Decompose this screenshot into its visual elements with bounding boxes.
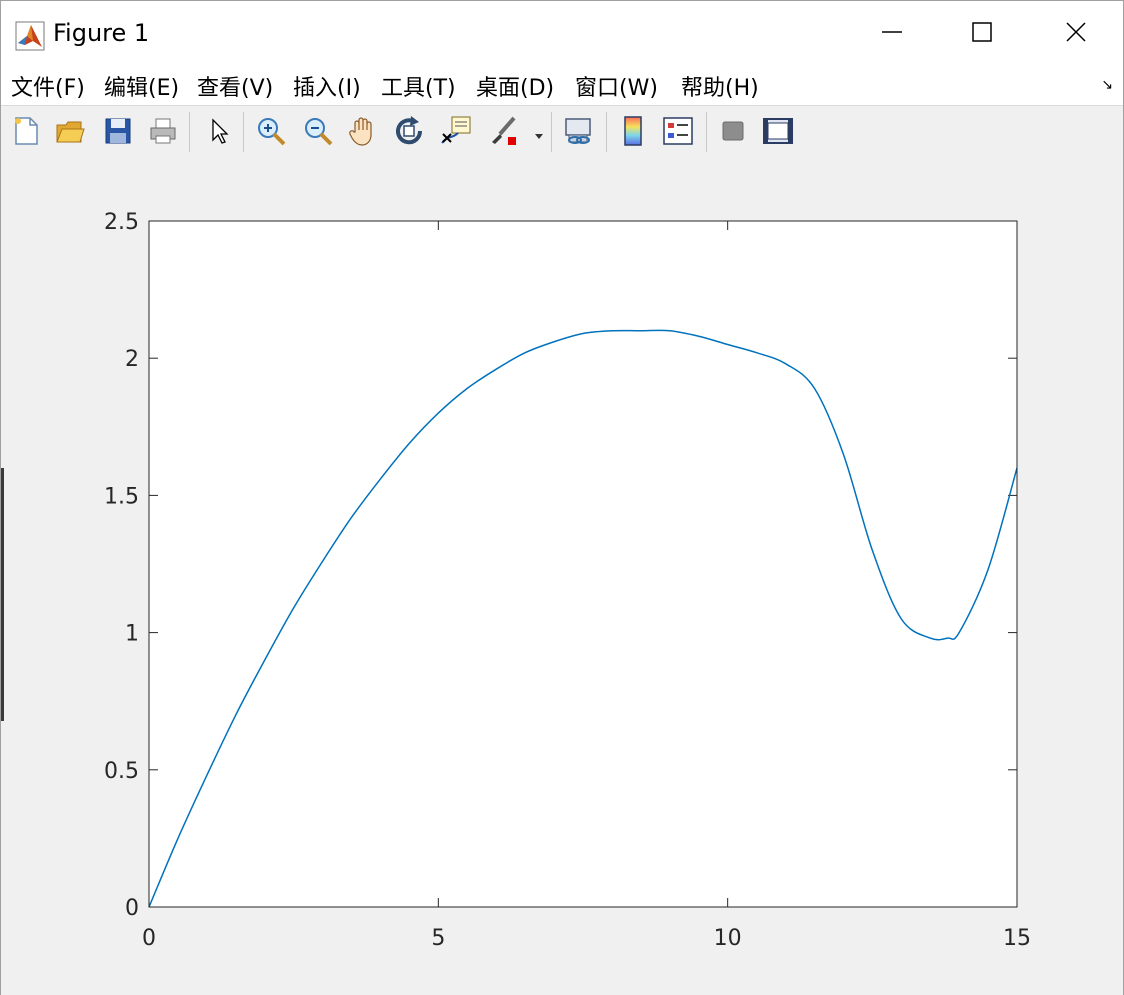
window-title: Figure 1 [53, 19, 150, 47]
maximize-button[interactable] [937, 9, 1027, 59]
x-tick-label: 10 [714, 926, 742, 951]
figure-toolbar [1, 105, 1123, 158]
print-icon[interactable] [146, 114, 180, 148]
menu-bar: 文件(F) 编辑(E) 查看(V) 插入(I) 工具(T) 桌面(D) 窗口(W… [1, 65, 1123, 105]
x-tick-label: 5 [431, 926, 445, 951]
y-tick-label: 1.5 [104, 484, 139, 509]
menu-tools[interactable]: 工具(T) [381, 70, 456, 102]
maximize-icon [971, 21, 993, 47]
y-tick-label: 0 [125, 896, 139, 921]
close-button[interactable] [1031, 9, 1121, 59]
legend-icon[interactable] [661, 114, 695, 148]
matlab-logo-icon [15, 21, 45, 51]
menu-edit[interactable]: 编辑(E) [104, 70, 179, 102]
menu-desktop[interactable]: 桌面(D) [476, 70, 554, 102]
edit-plot-arrow-icon[interactable] [202, 114, 236, 148]
dock-arrow-icon[interactable]: ↘ [1101, 77, 1113, 93]
menu-view[interactable]: 查看(V) [197, 70, 273, 102]
menu-window[interactable]: 窗口(W) [575, 70, 658, 102]
colorbar-icon[interactable] [616, 114, 650, 148]
x-tick-label: 0 [142, 926, 156, 951]
save-icon[interactable] [101, 114, 135, 148]
zoom-in-icon[interactable] [254, 114, 288, 148]
menu-help[interactable]: 帮助(H) [681, 70, 759, 102]
close-icon [1065, 21, 1087, 47]
title-bar: Figure 1 [1, 1, 1123, 65]
figure-canvas: 0 5 10 15 0 0.5 1 1.5 2 2.5 [1, 157, 1123, 995]
y-tick-label: 0.5 [104, 759, 139, 784]
axes-background [149, 221, 1017, 907]
new-figure-icon[interactable] [9, 114, 43, 148]
hide-plot-tools-icon[interactable] [716, 114, 750, 148]
zoom-out-icon[interactable] [301, 114, 335, 148]
y-tick-label: 1 [125, 622, 139, 647]
menu-insert[interactable]: 插入(I) [293, 70, 361, 102]
minimize-icon [881, 21, 903, 47]
figure-window: Figure 1 文件(F) 编辑(E) 查看(V) 插入(I) 工具(T) 桌… [0, 0, 1124, 995]
menu-file[interactable]: 文件(F) [11, 70, 85, 102]
line-chart[interactable]: 0 5 10 15 0 0.5 1 1.5 2 2.5 [1, 157, 1123, 995]
y-tick-label: 2 [125, 347, 139, 372]
open-file-icon[interactable] [53, 114, 87, 148]
x-tick-label: 15 [1003, 926, 1031, 951]
data-cursor-icon[interactable] [439, 114, 473, 148]
minimize-button[interactable] [847, 9, 937, 59]
rotate-3d-icon[interactable] [392, 114, 426, 148]
link-plot-icon[interactable] [562, 114, 596, 148]
show-plot-tools-icon[interactable] [761, 114, 795, 148]
brush-icon[interactable] [487, 114, 521, 148]
pan-hand-icon[interactable] [346, 114, 380, 148]
brush-dropdown-icon[interactable] [534, 126, 544, 145]
y-tick-label: 2.5 [104, 210, 139, 235]
